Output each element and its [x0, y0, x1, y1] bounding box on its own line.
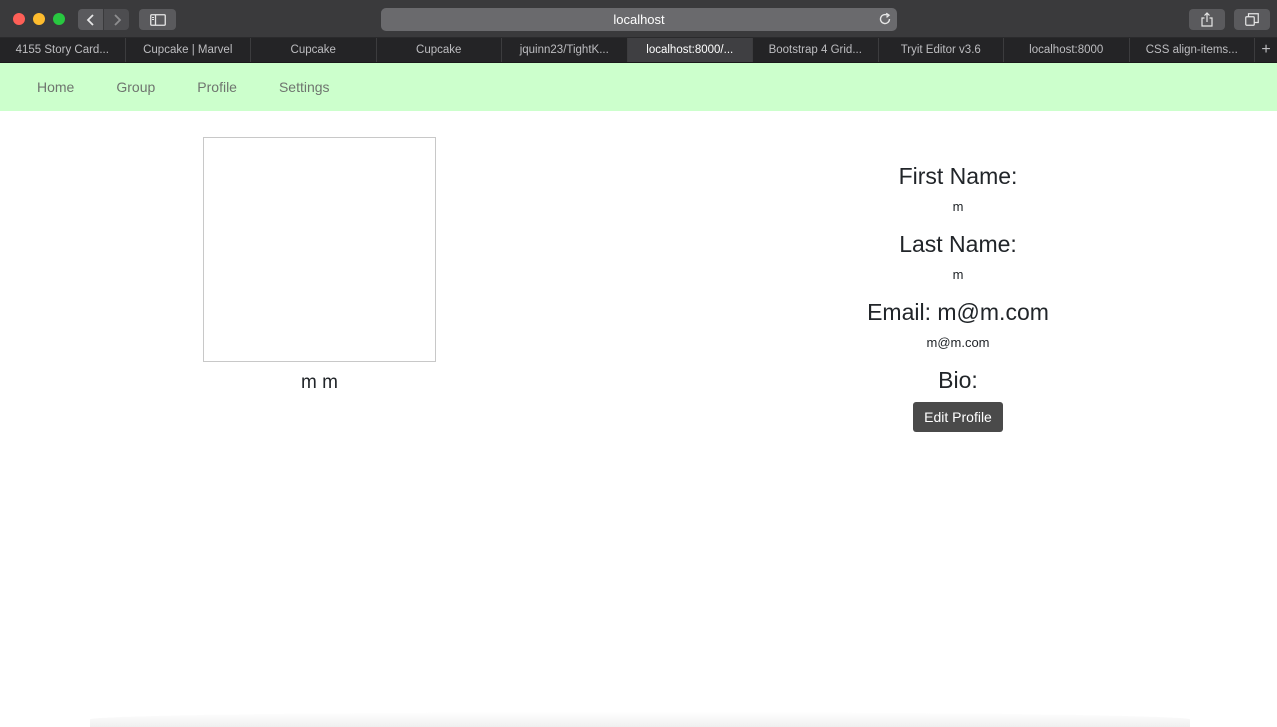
edit-profile-button[interactable]: Edit Profile — [913, 402, 1003, 432]
browser-tab[interactable]: Cupcake | Marvel — [126, 38, 251, 62]
sidebar-toggle-button[interactable] — [139, 9, 176, 30]
last-name-value: m — [952, 267, 964, 282]
browser-tab[interactable]: 4155 Story Card... — [0, 38, 126, 62]
browser-toolbar: localhost — [0, 0, 1277, 38]
new-tab-button[interactable]: + — [1255, 38, 1277, 62]
profile-picture — [203, 137, 436, 362]
browser-tab[interactable]: localhost:8000 — [1004, 38, 1130, 62]
nav-settings-link[interactable]: Settings — [263, 63, 346, 111]
tabs-overview-icon — [1245, 13, 1259, 26]
close-window-button[interactable] — [13, 13, 25, 25]
bio-heading: Bio: — [938, 367, 978, 393]
zoom-window-button[interactable] — [53, 13, 65, 25]
browser-tab[interactable]: Bootstrap 4 Grid... — [753, 38, 879, 62]
browser-tab[interactable]: Cupcake — [251, 38, 377, 62]
tab-overview-button[interactable] — [1234, 9, 1270, 30]
profile-details: First Name: m Last Name: m Email: m@m.co… — [798, 160, 1118, 432]
reload-icon[interactable] — [878, 12, 892, 26]
chevron-left-icon — [86, 13, 94, 26]
profile-full-name: m m — [301, 372, 338, 393]
nav-home-link[interactable]: Home — [21, 63, 90, 111]
address-text: localhost — [613, 12, 665, 27]
browser-tab[interactable]: Cupcake — [377, 38, 502, 62]
share-icon — [1201, 12, 1213, 27]
chevron-right-icon — [113, 13, 121, 26]
nav-group-link[interactable]: Group — [100, 63, 171, 111]
browser-tab[interactable]: Tryit Editor v3.6 — [879, 38, 1004, 62]
tab-strip: 4155 Story Card... Cupcake | Marvel Cupc… — [0, 38, 1277, 63]
email-value: m@m.com — [926, 335, 990, 350]
window-bottom-shadow — [90, 712, 1190, 727]
minimize-window-button[interactable] — [33, 13, 45, 25]
site-navbar: Home Group Profile Settings — [0, 63, 1277, 111]
email-heading: Email: m@m.com — [867, 299, 1049, 325]
address-bar[interactable]: localhost — [381, 8, 897, 31]
last-name-heading: Last Name: — [899, 231, 1017, 257]
browser-tab[interactable]: jquinn23/TightK... — [502, 38, 628, 62]
browser-tab-active[interactable]: localhost:8000/... — [627, 38, 753, 62]
first-name-value: m — [952, 199, 964, 214]
share-button[interactable] — [1189, 9, 1225, 30]
nav-profile-link[interactable]: Profile — [181, 63, 253, 111]
back-button[interactable] — [78, 9, 103, 30]
forward-button[interactable] — [104, 9, 129, 30]
history-nav — [78, 9, 129, 30]
first-name-heading: First Name: — [898, 163, 1018, 189]
browser-tab[interactable]: CSS align-items... — [1130, 38, 1255, 62]
sidebar-icon — [149, 13, 166, 26]
